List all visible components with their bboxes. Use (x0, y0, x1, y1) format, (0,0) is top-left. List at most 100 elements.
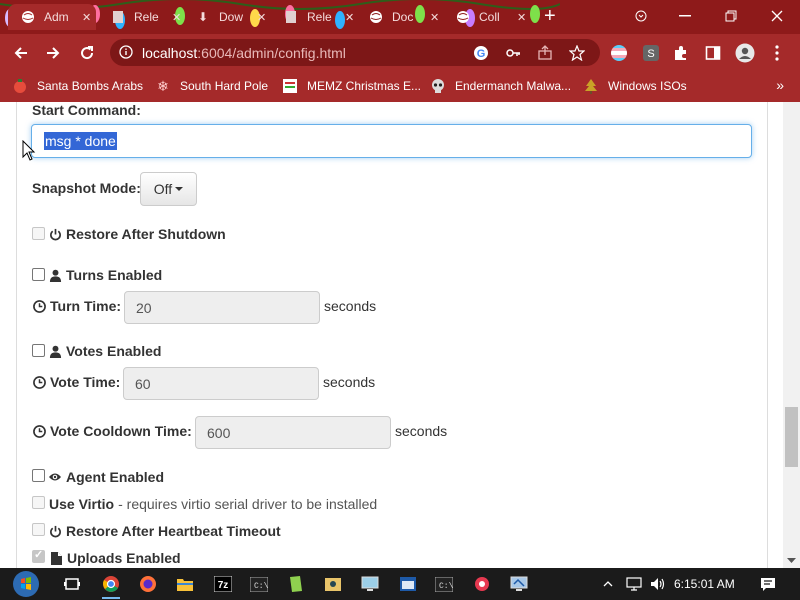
action-center-icon[interactable] (756, 572, 780, 596)
close-icon[interactable]: ✕ (430, 11, 439, 24)
extensions-puzzle-icon[interactable] (670, 42, 692, 64)
chrome-taskbar-icon[interactable] (99, 572, 123, 599)
google-icon[interactable]: G (472, 44, 490, 62)
turns-enabled-row: Turns Enabled (48, 267, 162, 283)
tab-search-icon[interactable] (626, 6, 656, 26)
vote-time-input[interactable]: 60 (123, 367, 319, 400)
tab-download[interactable]: ⬇ Dow ✕ (195, 4, 266, 30)
globe-icon (368, 9, 384, 25)
bookmarks-overflow-button[interactable]: » (776, 77, 784, 93)
close-icon[interactable]: ✕ (172, 11, 181, 24)
tab-releases[interactable]: Rele ✕ (110, 4, 181, 30)
power-icon (48, 524, 62, 538)
bookmark-label: South Hard Pole (180, 79, 269, 93)
snapshot-mode-dropdown[interactable]: Off (140, 172, 197, 206)
uploads-enabled-row: Uploads Enabled (49, 550, 181, 566)
restore-heartbeat-checkbox[interactable] (32, 523, 45, 536)
back-button[interactable] (10, 42, 32, 64)
share-icon[interactable] (536, 44, 554, 62)
clock-icon (32, 375, 46, 389)
turn-time-row: Turn Time: (32, 298, 121, 314)
tab-title: Coll (479, 10, 500, 24)
page-icon (282, 78, 298, 94)
url-text: localhost:6004/admin/config.html (142, 45, 346, 61)
page-scrollbar[interactable] (783, 102, 800, 568)
svg-text:C:\: C:\ (254, 582, 268, 591)
star-icon[interactable] (568, 44, 586, 62)
taskbar-clock[interactable]: 6:15:01 AM (674, 577, 735, 591)
address-bar[interactable]: localhost:6004/admin/config.html G (110, 39, 600, 66)
clock-icon (32, 299, 46, 313)
use-virtio-note: - requires virtio serial driver to be in… (118, 496, 378, 512)
tab-admin[interactable]: Adm ✕ (8, 4, 96, 30)
bookmark-south-hard-pole[interactable]: ❄ South Hard Pole (155, 77, 268, 95)
votes-enabled-checkbox[interactable] (32, 344, 45, 357)
use-virtio-checkbox[interactable] (32, 496, 45, 509)
extension-s-icon[interactable]: S (640, 42, 662, 64)
vote-time-value: 60 (135, 375, 151, 392)
close-icon[interactable]: ✕ (257, 11, 266, 24)
profile-avatar[interactable] (734, 42, 756, 64)
browser-toolbar: localhost:6004/admin/config.html G S (0, 34, 800, 71)
url-path: :6004/admin/config.html (197, 45, 346, 61)
power-icon (48, 227, 62, 241)
restore-after-shutdown-checkbox[interactable] (32, 227, 45, 240)
tab-coll[interactable]: Coll ✕ (455, 4, 526, 30)
bookmark-endermanch-malware[interactable]: Endermanch Malwa... (430, 77, 571, 95)
close-icon[interactable]: ✕ (345, 11, 354, 24)
scrollbar-thumb[interactable] (785, 407, 798, 467)
tab-title: Rele (307, 10, 332, 24)
remote-desktop-icon[interactable] (358, 572, 382, 596)
close-window-button[interactable] (762, 6, 792, 26)
monitor-app-icon[interactable] (507, 572, 531, 596)
bookmark-santa-bombs-arabs[interactable]: Santa Bombs Arabs (12, 77, 143, 95)
vm-window-icon[interactable] (396, 572, 420, 596)
notepad-plus-icon[interactable] (284, 572, 308, 596)
volume-icon[interactable] (648, 572, 668, 596)
globe-icon (455, 9, 471, 25)
tab-title: Doc (392, 10, 414, 24)
start-command-input[interactable]: msg * done (31, 124, 752, 158)
show-hidden-icons-chevron-icon[interactable] (598, 572, 618, 596)
close-icon[interactable]: ✕ (82, 11, 91, 24)
close-icon[interactable]: ✕ (517, 11, 526, 24)
turns-enabled-checkbox[interactable] (32, 268, 45, 281)
7zip-icon[interactable]: 7z (211, 572, 235, 596)
terminal-icon[interactable]: C:\ (432, 572, 456, 596)
bookmark-windows-isos[interactable]: Windows ISOs (583, 77, 687, 95)
tab-releases-2[interactable]: Rele ✕ (283, 4, 354, 30)
vote-cooldown-input[interactable]: 600 (195, 416, 391, 449)
minimize-button[interactable] (670, 6, 700, 26)
task-view-icon[interactable] (60, 572, 84, 596)
uploads-enabled-checkbox[interactable] (32, 548, 45, 563)
app-settings-icon[interactable] (321, 572, 345, 596)
trans-flag-extension-icon[interactable] (608, 42, 630, 64)
turn-time-input[interactable]: 20 (124, 291, 320, 324)
download-icon: ⬇ (197, 10, 209, 24)
turn-time-label: Turn Time: (50, 298, 122, 314)
bookmark-memz-christmas[interactable]: MEMZ Christmas E... (282, 77, 421, 95)
tab-docs[interactable]: Doc ✕ (368, 4, 439, 30)
firefox-taskbar-icon[interactable] (136, 572, 160, 596)
cmd-icon[interactable]: C:\ (247, 572, 271, 596)
ruby-app-icon[interactable] (470, 572, 494, 596)
tab-strip: Adm ✕ Rele ✕ ⬇ Dow ✕ Rele ✕ Doc ✕ Coll ✕… (0, 0, 800, 34)
restore-button[interactable] (716, 6, 746, 26)
site-info-icon[interactable] (119, 45, 133, 64)
tab-title: Rele (134, 10, 159, 24)
vote-cooldown-label: Vote Cooldown Time: (50, 423, 192, 439)
snapshot-mode-label: Snapshot Mode: (32, 180, 141, 196)
menu-kebab-icon[interactable] (766, 42, 788, 64)
new-tab-button[interactable]: + (544, 6, 556, 26)
file-explorer-icon[interactable] (173, 572, 197, 596)
forward-button[interactable] (42, 42, 64, 64)
scroll-down-arrow-icon[interactable] (787, 558, 796, 564)
network-icon[interactable] (624, 572, 644, 596)
side-panel-icon[interactable] (702, 42, 724, 64)
bookmark-label: MEMZ Christmas E... (307, 79, 422, 93)
reload-button[interactable] (76, 42, 98, 64)
key-icon[interactable] (504, 44, 522, 62)
start-button[interactable] (8, 568, 44, 600)
bookmark-label: Windows ISOs (608, 79, 687, 93)
agent-enabled-checkbox[interactable] (32, 469, 45, 482)
